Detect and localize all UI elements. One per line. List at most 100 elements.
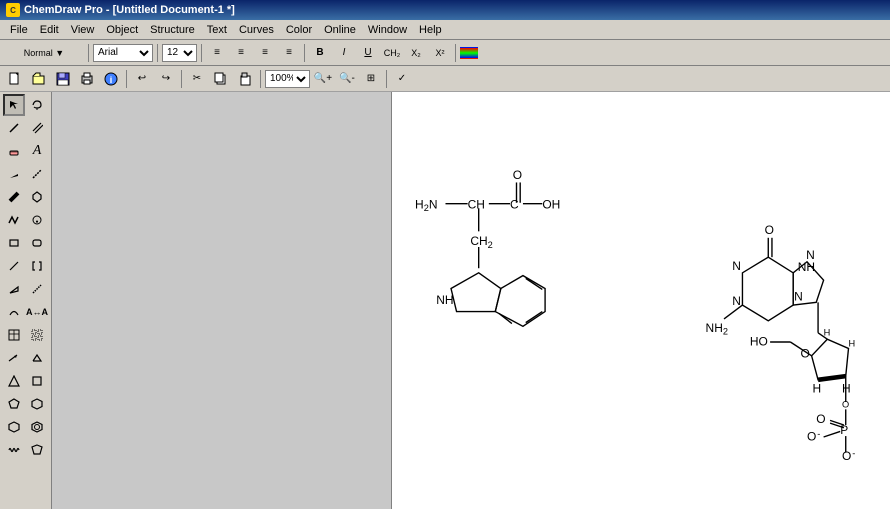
lasso-select-tool[interactable]	[26, 94, 48, 116]
chain-tool[interactable]	[3, 209, 25, 231]
rounded-rect-tool[interactable]	[26, 232, 48, 254]
color-btn[interactable]	[460, 47, 478, 59]
n3-label: N	[732, 294, 741, 308]
line-tool[interactable]	[3, 255, 25, 277]
style-dropdown-btn[interactable]: Normal ▼	[4, 43, 84, 63]
print-btn[interactable]	[76, 69, 98, 89]
font-select[interactable]: Arial	[93, 44, 153, 62]
phosphate-o-bottom: O-	[842, 448, 855, 463]
main-area: A ●	[0, 92, 890, 509]
table-tool[interactable]	[3, 324, 25, 346]
square-tool[interactable]	[26, 370, 48, 392]
rectangle-tool[interactable]	[3, 232, 25, 254]
eraser-tool[interactable]	[3, 140, 25, 162]
menu-text[interactable]: Text	[201, 22, 233, 38]
bold-bond-tool[interactable]	[3, 186, 25, 208]
align-right-btn[interactable]: ≡	[254, 43, 276, 63]
tool-row: A	[3, 140, 48, 162]
benzene-tool[interactable]	[26, 416, 48, 438]
align-center-btn[interactable]: ≡	[230, 43, 252, 63]
underline-btn[interactable]: U	[357, 43, 379, 63]
pentagon-tool[interactable]	[3, 393, 25, 415]
tool-row: A↔A	[3, 301, 48, 323]
menu-curves[interactable]: Curves	[233, 22, 280, 38]
h-c2-label: H	[849, 339, 856, 349]
menu-file[interactable]: File	[4, 22, 34, 38]
ho-label: HO	[750, 335, 768, 349]
ring-tool[interactable]	[26, 186, 48, 208]
drawing-canvas[interactable]: H2N CH C O OH CH2	[392, 92, 890, 509]
subscript2-btn[interactable]: CH₂	[381, 43, 403, 63]
dash-bond-tool[interactable]	[26, 163, 48, 185]
arrow-tool[interactable]	[3, 347, 25, 369]
grid-tool[interactable]	[26, 324, 48, 346]
zoom-in-btn[interactable]: 🔍+	[312, 69, 334, 89]
check-btn[interactable]: ✓	[391, 69, 413, 89]
tool-row	[3, 370, 48, 392]
ch2-label: CH2	[470, 234, 492, 250]
shapes-tool[interactable]	[26, 347, 48, 369]
align-left-btn[interactable]: ≡	[206, 43, 228, 63]
zoom-select[interactable]: 100% 50% 200%	[265, 70, 310, 88]
h-c1-label: H	[824, 328, 831, 338]
zoom-fit-btn[interactable]: ⊞	[360, 69, 382, 89]
tool-row	[3, 278, 48, 300]
tool-row	[3, 163, 48, 185]
italic-btn[interactable]: I	[333, 43, 355, 63]
ch-label: CH	[468, 197, 485, 211]
menu-window[interactable]: Window	[362, 22, 413, 38]
more-tool[interactable]	[26, 439, 48, 461]
pyrrole-ring	[451, 273, 501, 312]
down-bond-tool[interactable]	[26, 278, 48, 300]
h2n-label: H2N	[415, 197, 437, 213]
bond-double-tool[interactable]	[26, 117, 48, 139]
menu-view[interactable]: View	[65, 22, 101, 38]
wedge-bond-tool[interactable]	[3, 163, 25, 185]
bond-single-tool[interactable]	[3, 117, 25, 139]
up-bond-tool[interactable]	[3, 278, 25, 300]
bold-btn[interactable]: B	[309, 43, 331, 63]
menu-help[interactable]: Help	[413, 22, 448, 38]
select-arrow-tool[interactable]	[3, 94, 25, 116]
title-bar: C ChemDraw Pro - [Untitled Document-1 *]	[0, 0, 890, 20]
undo-btn[interactable]: ↩	[131, 69, 153, 89]
menu-online[interactable]: Online	[318, 22, 362, 38]
wave-tool[interactable]	[3, 439, 25, 461]
menu-object[interactable]: Object	[100, 22, 144, 38]
size-select[interactable]: 12	[162, 44, 197, 62]
guanine-nh2: NH2	[706, 321, 728, 337]
info-btn[interactable]: i	[100, 69, 122, 89]
resize-tool[interactable]: A↔A	[26, 301, 48, 323]
superscript-btn[interactable]: X²	[429, 43, 451, 63]
arc-tool[interactable]	[3, 301, 25, 323]
n9-label: N	[794, 290, 803, 304]
copy-btn[interactable]	[210, 69, 232, 89]
new-btn[interactable]	[4, 69, 26, 89]
hexagon-tool[interactable]	[26, 393, 48, 415]
zoom-out-btn[interactable]: 🔍-	[336, 69, 358, 89]
cyclohexane-tool[interactable]	[3, 416, 25, 438]
open-btn[interactable]	[28, 69, 50, 89]
menu-structure[interactable]: Structure	[144, 22, 201, 38]
redo-btn[interactable]: ↪	[155, 69, 177, 89]
ribose-ring	[812, 339, 849, 380]
text-tool[interactable]: A	[26, 140, 48, 162]
tool-row: ●	[3, 209, 48, 231]
triangle-tool[interactable]	[3, 370, 25, 392]
subscript-btn[interactable]: X₂	[405, 43, 427, 63]
cut-btn[interactable]: ✂	[186, 69, 208, 89]
menu-edit[interactable]: Edit	[34, 22, 65, 38]
benzene-db-2	[526, 312, 543, 323]
separator	[260, 70, 261, 88]
paste-btn[interactable]	[234, 69, 256, 89]
bracket-tool[interactable]	[26, 255, 48, 277]
tool-row	[3, 416, 48, 438]
save-btn[interactable]	[52, 69, 74, 89]
menu-color[interactable]: Color	[280, 22, 318, 38]
tool-row	[3, 94, 48, 116]
justify-btn[interactable]: ≡	[278, 43, 300, 63]
app-icon: C	[6, 3, 20, 17]
atom-map-tool[interactable]: ●	[26, 209, 48, 231]
left-panel	[52, 92, 392, 509]
pyrimidine-ring	[742, 257, 793, 321]
